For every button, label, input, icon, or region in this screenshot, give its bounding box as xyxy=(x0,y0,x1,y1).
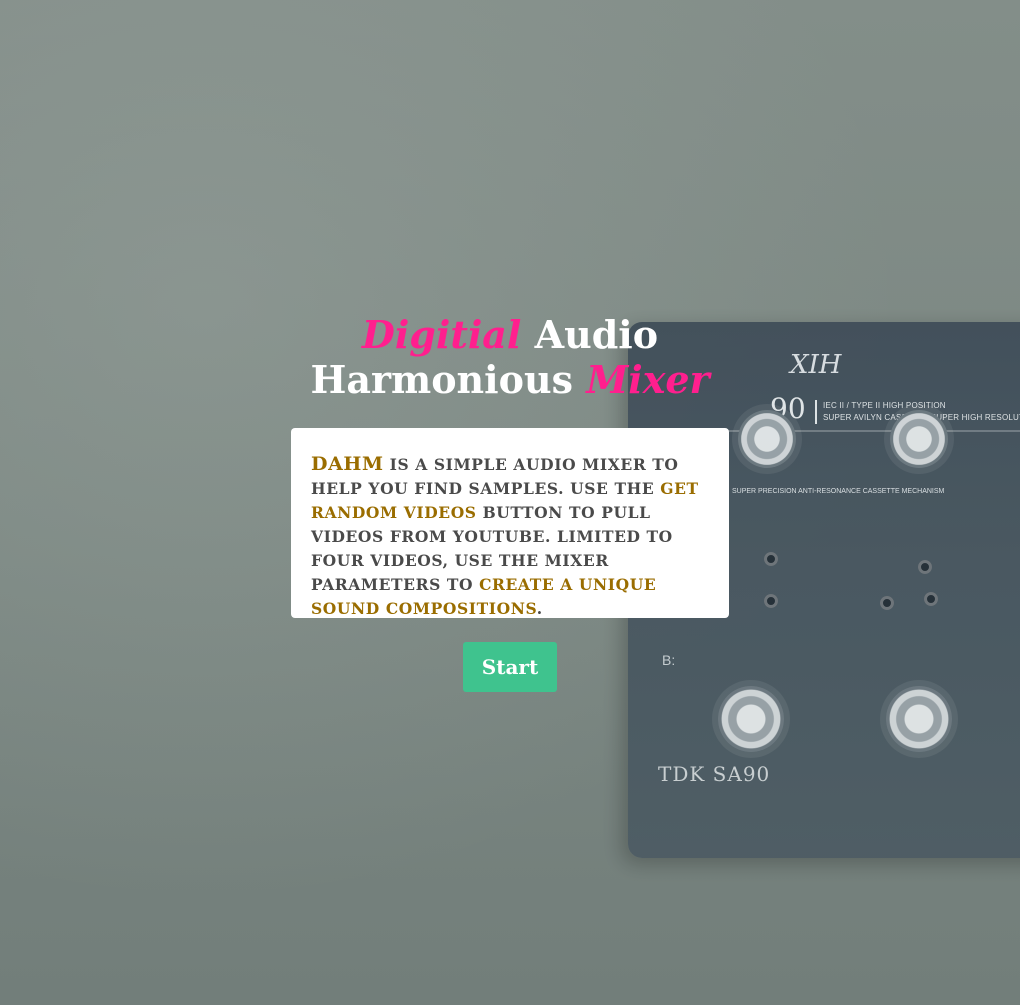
app-title: Digitial Audio Harmonious Mixer xyxy=(0,312,1020,402)
main-content: Digitial Audio Harmonious Mixer DAHM is … xyxy=(0,0,1020,1005)
intro-text-part3: . xyxy=(536,599,543,618)
intro-brand: DAHM xyxy=(311,453,384,475)
start-button[interactable]: Start xyxy=(463,642,557,692)
intro-card: DAHM is a simple audio mixer to help you… xyxy=(291,428,729,618)
title-word-mixer: Mixer xyxy=(586,357,710,402)
title-word-audio: Audio xyxy=(534,312,659,357)
title-word-harmonious: Harmonious xyxy=(310,357,573,402)
title-word-digitial: Digitial xyxy=(361,312,522,357)
